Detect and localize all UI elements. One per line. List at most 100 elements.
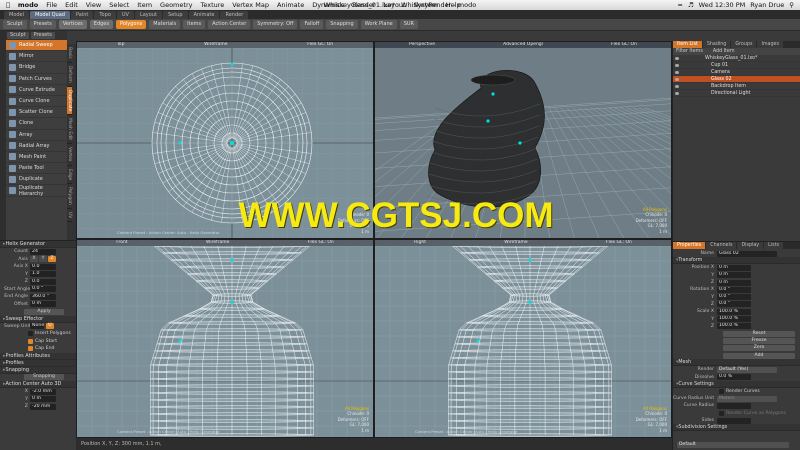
radius-unit-select[interactable]: Meters bbox=[717, 395, 777, 402]
reset-button[interactable]: Reset bbox=[723, 330, 795, 337]
volume-icon[interactable]: ♬ bbox=[688, 1, 694, 9]
render-select[interactable]: Default (Yes) bbox=[717, 366, 777, 373]
properties-tab-lists[interactable]: Lists bbox=[764, 242, 784, 249]
category-tab-edge[interactable]: Edge bbox=[67, 166, 72, 184]
cap-end-checkbox[interactable] bbox=[28, 346, 33, 352]
axis-z-field[interactable]: 0.0 bbox=[30, 278, 56, 285]
transform-section[interactable]: Transform bbox=[673, 257, 800, 265]
freeze-button[interactable]: Freeze bbox=[723, 337, 795, 344]
visibility-eye-icon[interactable] bbox=[675, 71, 679, 74]
toolbar-sculpt[interactable]: Sculpt bbox=[3, 20, 27, 29]
search-icon[interactable]: ⚲ bbox=[789, 1, 794, 9]
category-tab-deform[interactable]: Deform bbox=[67, 63, 72, 87]
offset-field[interactable]: 0 m bbox=[30, 301, 56, 308]
toolbar-vertices[interactable]: Vertices bbox=[58, 20, 87, 29]
toolbar-sur[interactable]: SUR bbox=[399, 20, 419, 29]
tool-curve-extrude[interactable]: Curve Extrude bbox=[6, 85, 67, 96]
category-tab-basic[interactable]: Basic bbox=[67, 44, 72, 63]
tree-item[interactable]: Cup 01 bbox=[673, 62, 800, 69]
toolbar-materials[interactable]: Materials bbox=[149, 20, 181, 29]
end-angle-field[interactable]: 360.0 ° bbox=[30, 293, 56, 300]
properties-tab-properties[interactable]: Properties bbox=[673, 242, 706, 249]
category-tab-vertex[interactable]: Vertex bbox=[67, 144, 72, 166]
tool-radial-sweep[interactable]: Radial Sweep bbox=[6, 40, 67, 52]
menu-view[interactable]: View bbox=[86, 1, 101, 9]
toolbar-items[interactable]: Items bbox=[183, 20, 206, 29]
sides-field[interactable] bbox=[717, 417, 751, 424]
items-tab-item-list[interactable]: Item List bbox=[673, 41, 702, 48]
position-z-field[interactable]: 0 m bbox=[717, 279, 751, 286]
menu-animate[interactable]: Animate bbox=[277, 1, 304, 9]
scale-y-field[interactable]: 100.0 % bbox=[717, 316, 751, 323]
start-angle-field[interactable]: 0.0 ° bbox=[30, 286, 56, 293]
subdivision-section[interactable]: Subdivision Settings bbox=[673, 424, 800, 432]
scale-z-field[interactable]: 100.0 % bbox=[717, 323, 751, 330]
toolbar-action-center[interactable]: Action Center bbox=[208, 20, 251, 29]
tab-setup[interactable]: Setup bbox=[162, 10, 188, 19]
category-tab-mesh-edit[interactable]: Mesh Edit bbox=[67, 115, 72, 145]
menu-item[interactable]: Item bbox=[137, 1, 152, 9]
tab-animate[interactable]: Animate bbox=[188, 10, 220, 19]
position-y-field[interactable]: 0 m bbox=[717, 272, 751, 279]
tool-bridge[interactable]: Bridge bbox=[6, 62, 67, 74]
items-tab-groups[interactable]: Groups bbox=[731, 41, 757, 48]
axis-y-field[interactable]: 1.0 bbox=[30, 271, 56, 278]
wifi-icon[interactable]: ≈ bbox=[677, 1, 682, 9]
items-tab-shading[interactable]: Shading bbox=[702, 41, 731, 48]
cap-start-checkbox[interactable] bbox=[28, 338, 33, 344]
tree-item[interactable]: Directional Light bbox=[673, 90, 800, 97]
toolbar-presets[interactable]: Presets bbox=[29, 20, 56, 29]
menu-help[interactable]: Help bbox=[446, 1, 461, 9]
toolbar-snapping[interactable]: Snapping bbox=[326, 20, 358, 29]
tool-mirror[interactable]: Mirror bbox=[6, 51, 67, 63]
menu-dynamics[interactable]: Dynamics bbox=[312, 1, 344, 9]
category-tab-polygon[interactable]: Polygon bbox=[67, 184, 72, 209]
insert-polygons-checkbox[interactable] bbox=[28, 331, 33, 337]
visibility-eye-icon[interactable] bbox=[675, 78, 679, 81]
viewport-right[interactable]: Right Wireframe Flex GL: On All Polygons… bbox=[374, 239, 672, 438]
toolpanel-sculpt-button[interactable]: Sculpt bbox=[7, 32, 29, 39]
menu-file[interactable]: File bbox=[46, 1, 57, 9]
category-tab-uv[interactable]: UV bbox=[67, 209, 72, 222]
profiles-section[interactable]: Profiles bbox=[0, 359, 76, 367]
add-item-button[interactable]: Add Item bbox=[713, 49, 735, 54]
helix-section[interactable]: Helix Generator bbox=[0, 241, 76, 248]
visibility-eye-icon[interactable] bbox=[675, 64, 679, 67]
mesh-section[interactable]: Mesh bbox=[673, 359, 800, 367]
menu-system[interactable]: System bbox=[414, 1, 438, 9]
count-field[interactable]: 24 bbox=[30, 248, 56, 255]
tab-render[interactable]: Render bbox=[220, 10, 249, 19]
scale-x-field[interactable]: 100.0 % bbox=[717, 308, 751, 315]
tool-scatter-clone[interactable]: Scatter Clone bbox=[6, 107, 67, 119]
sweep-section[interactable]: Sweep Effector bbox=[0, 315, 76, 323]
toolbar-work-plane[interactable]: Work Plane bbox=[360, 20, 397, 29]
toolbar-edges[interactable]: Edges bbox=[89, 20, 113, 29]
viewport-front[interactable]: Front Wireframe Flex GL: On All Polygons… bbox=[76, 239, 374, 438]
tab-uv[interactable]: UV bbox=[116, 10, 134, 19]
axis-z-button[interactable]: Z bbox=[48, 256, 56, 263]
tool-paste-tool[interactable]: Paste Tool bbox=[6, 163, 67, 175]
visibility-eye-icon[interactable] bbox=[675, 57, 679, 60]
position-x-field[interactable]: 0 m bbox=[717, 264, 751, 271]
sweep-units-field[interactable]: None bbox=[30, 323, 44, 330]
tool-radial-array[interactable]: Radial Array bbox=[6, 141, 67, 152]
radius-field[interactable] bbox=[717, 402, 751, 409]
toolbar-polygons[interactable]: Polygons bbox=[115, 20, 147, 29]
tool-mesh-paint[interactable]: Mesh Paint bbox=[6, 152, 67, 164]
render-curves-checkbox[interactable] bbox=[719, 388, 724, 394]
tool-patch-curves[interactable]: Patch Curves bbox=[6, 74, 67, 85]
toolbar-falloff[interactable]: Falloff bbox=[300, 20, 324, 29]
visibility-eye-icon[interactable] bbox=[675, 85, 679, 88]
menu-app[interactable]: modo bbox=[18, 1, 38, 9]
axis-y-button[interactable]: Y bbox=[39, 256, 47, 263]
ac-y-field[interactable]: 0 m bbox=[30, 396, 56, 403]
ac-x-field[interactable]: -2.0 mm bbox=[30, 388, 56, 395]
filter-items[interactable]: Filter Items bbox=[676, 49, 703, 54]
bottom-select[interactable]: Default bbox=[677, 442, 789, 449]
render-poly-checkbox[interactable] bbox=[719, 410, 724, 416]
user-name[interactable]: Ryan Drue bbox=[750, 1, 784, 9]
tool-curve-clone[interactable]: Curve Clone bbox=[6, 96, 67, 108]
tree-item[interactable]: WhiskeyGlass_01.lxo* bbox=[673, 55, 800, 62]
visibility-eye-icon[interactable] bbox=[675, 92, 679, 95]
rotation-y-field[interactable]: 0.0 ° bbox=[717, 294, 751, 301]
